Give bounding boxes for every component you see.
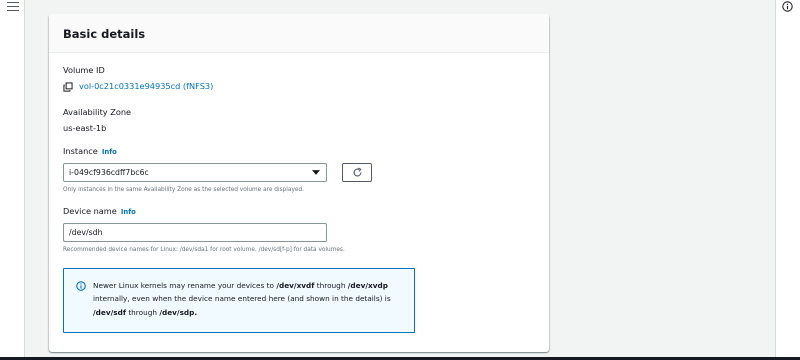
info-circle-icon[interactable] [782,1,793,12]
basic-details-container: Basic details Volume ID vol-0c21c0331e94… [49,14,549,352]
device-name-value: /dev/sdh [69,228,103,237]
device-name-hint: Recommended device names for Linux: /dev… [63,247,345,253]
availability-zone-value: us-east-1b [63,123,107,133]
info-alert: Newer Linux kernels may rename your devi… [63,268,415,333]
container-body: Volume ID vol-0c21c0331e94935cd (fNFS3) … [49,53,549,333]
copy-icon[interactable] [63,81,73,92]
info-alert-icon [76,281,86,291]
right-tools-panel [775,0,800,360]
volume-id-field: Volume ID vol-0c21c0331e94935cd (fNFS3) [63,65,535,99]
instance-select-value: i-049cf936cdff7bc6c [69,168,149,177]
refresh-button[interactable] [342,163,372,182]
alert-message: Newer Linux kernels may rename your devi… [93,281,391,317]
instance-label: Instance [63,146,98,156]
left-navigation [0,0,25,360]
volume-id-link[interactable]: vol-0c21c0331e94935cd (fNFS3) [79,81,213,92]
instance-hint: Only instances in the same Availability … [63,187,304,193]
instance-select[interactable]: i-049cf936cdff7bc6c [63,163,327,182]
volume-id-label: Volume ID [63,65,105,75]
section-title: Basic details [63,27,146,41]
device-name-info-link[interactable]: Info [121,208,136,216]
refresh-icon [353,167,361,177]
container-header: Basic details [49,14,549,53]
device-name-input[interactable]: /dev/sdh [63,223,327,242]
device-name-field: Device name Info /dev/sdh Recommended dev… [63,206,535,254]
device-name-label: Device name [63,206,117,216]
instance-info-link[interactable]: Info [102,148,117,156]
menu-icon[interactable] [7,1,19,13]
caret-down-icon [312,170,320,175]
instance-field: Instance Info i-049cf936cdff7bc6c Only in… [63,146,535,194]
availability-zone-label: Availability Zone [63,107,132,117]
availability-zone-field: Availability Zone us-east-1b [63,107,535,135]
